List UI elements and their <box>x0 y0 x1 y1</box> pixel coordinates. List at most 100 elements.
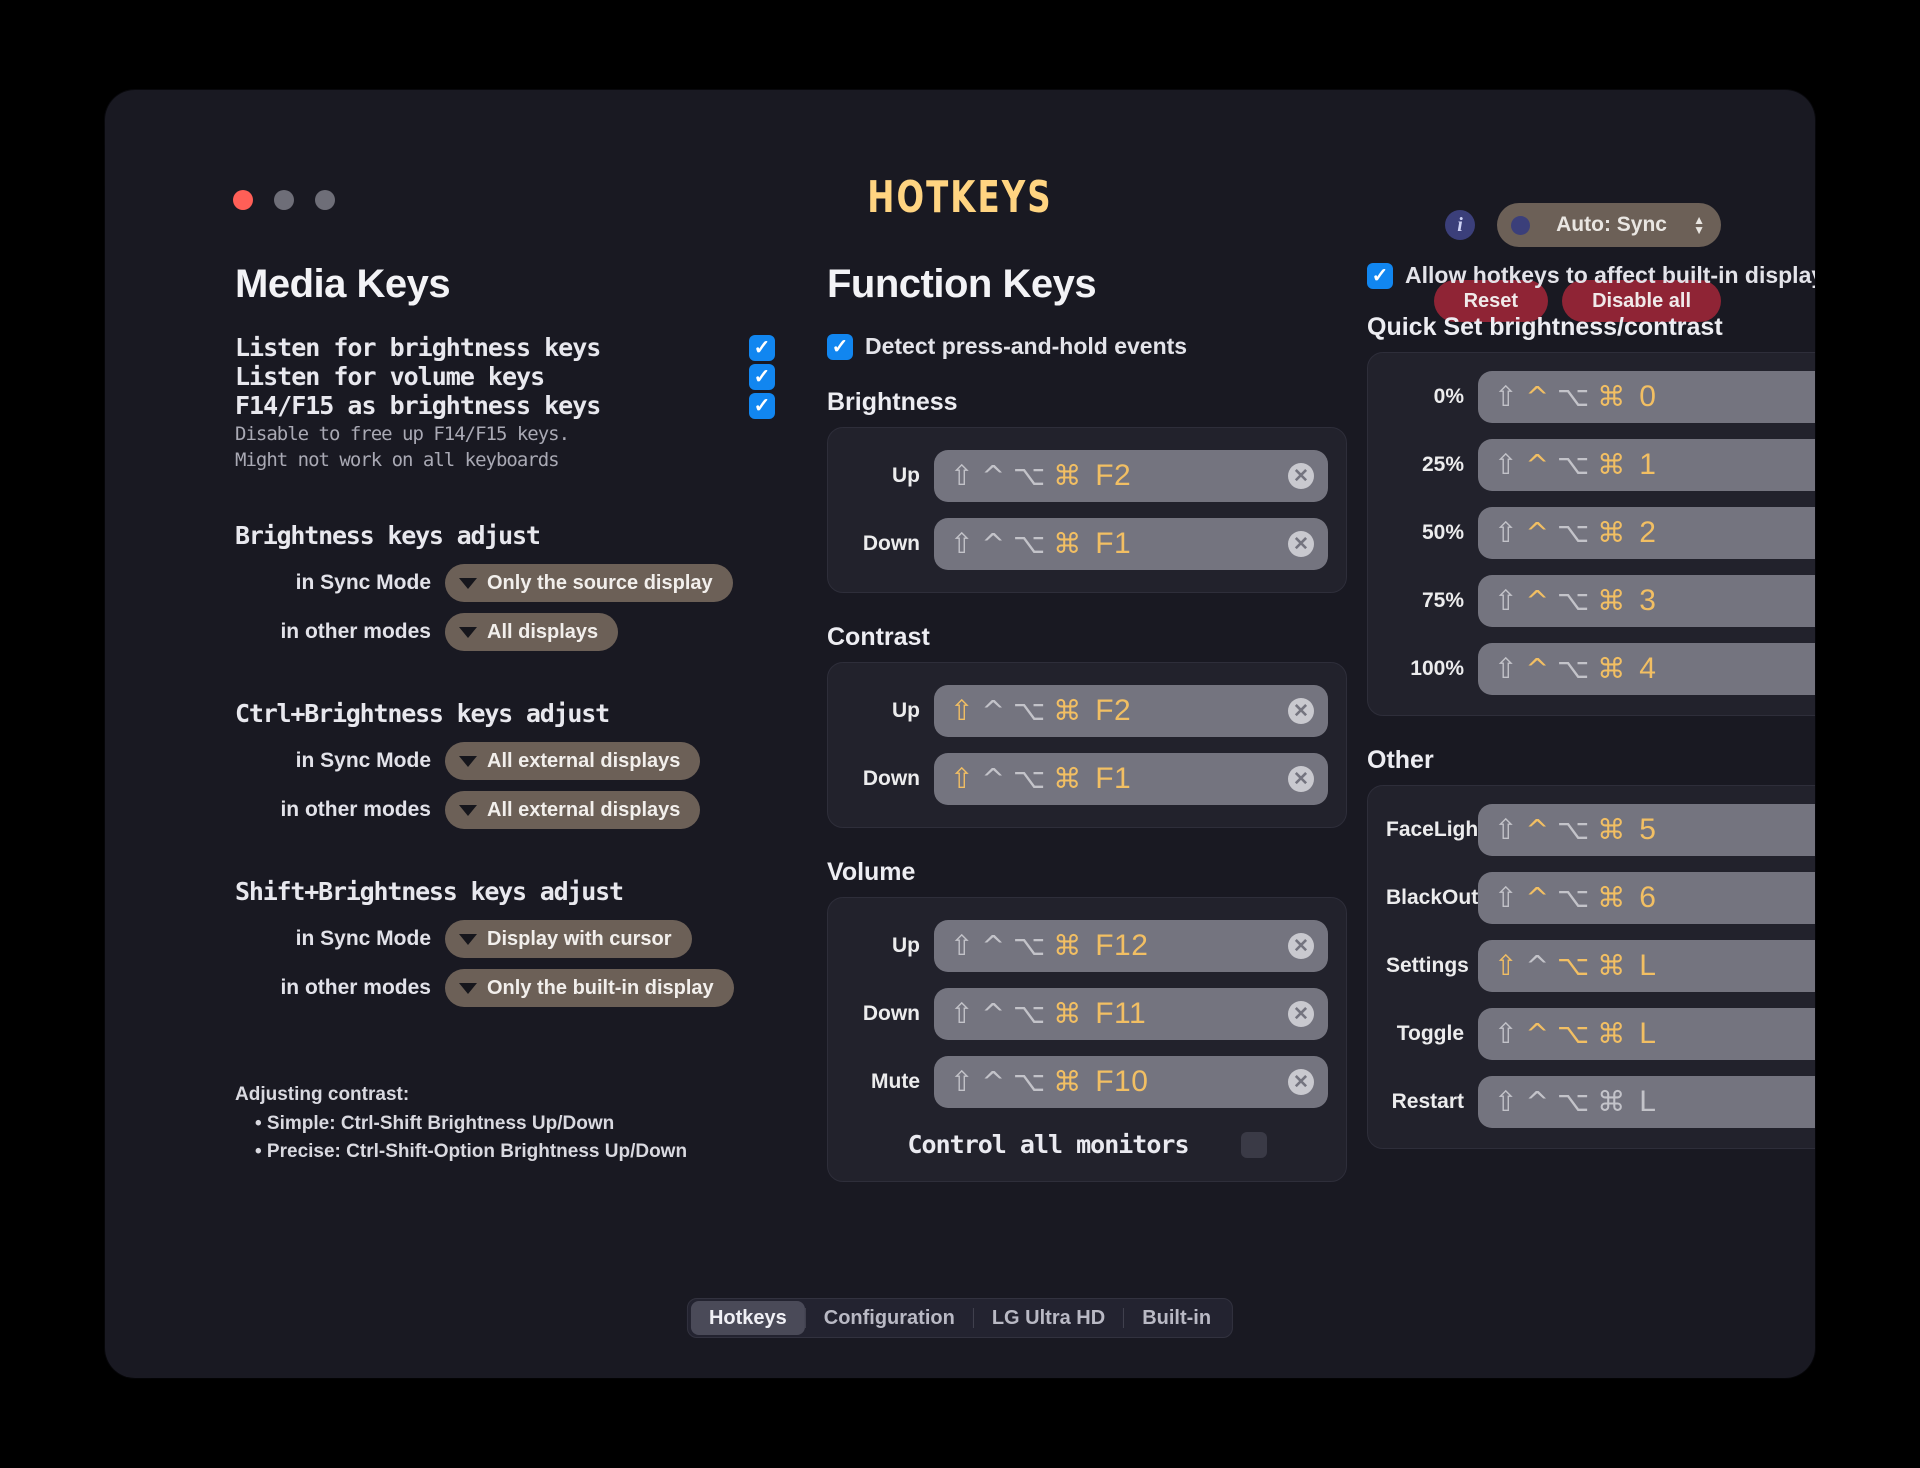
hotkey-input[interactable]: ⇧ ^ ⌥ ⌘ F12 ✕ <box>934 920 1328 972</box>
clear-hotkey-icon[interactable]: ✕ <box>1288 531 1314 557</box>
hotkey-row-label: FaceLight <box>1386 818 1486 841</box>
hotkey-input[interactable]: ⇧ ^ ⌥ ⌘ 6 ✕ <box>1478 872 1815 924</box>
hotkey-keycap: F1 <box>1095 527 1132 560</box>
hotkey-input[interactable]: ⇧ ^ ⌥ ⌘ L ✕ <box>1478 1076 1815 1128</box>
hotkey-row-label: Restart <box>1391 1090 1464 1113</box>
hotkey-input[interactable]: ⇧ ^ ⌥ ⌘ F2 ✕ <box>934 450 1328 502</box>
adjust-row-mode-label: in Sync Mode <box>295 749 431 773</box>
command-icon: ⌘ <box>1597 448 1626 481</box>
hotkey-row-label: 50% <box>1421 521 1464 544</box>
hotkey-input[interactable]: ⇧ ^ ⌥ ⌘ 4 ✕ <box>1478 643 1815 695</box>
tab-configuration[interactable]: Configuration <box>806 1301 973 1335</box>
media-key-toggle[interactable]: Listen for volume keys ✓ <box>235 362 775 391</box>
adjust-row-dropdown[interactable]: Display with cursor <box>445 920 692 959</box>
option-icon: ⌥ <box>1556 516 1590 549</box>
adjust-group: Shift+Brightness keys adjust in Sync Mod… <box>235 877 775 1008</box>
clear-hotkey-icon[interactable]: ✕ <box>1288 463 1314 489</box>
hotkey-input[interactable]: ⇧ ^ ⌥ ⌘ F1 ✕ <box>934 753 1328 805</box>
mode-selector[interactable]: Auto: Sync ▲ ▼ <box>1497 203 1721 247</box>
adjust-row-mode-label: in other modes <box>280 976 431 1000</box>
media-key-toggle-checkbox[interactable]: ✓ <box>749 392 775 419</box>
other-card: FaceLight ⇧ ^ ⌥ ⌘ 5 ✕ BlackOut ⇧ ^ ⌥ ⌘ 6… <box>1367 785 1815 1149</box>
hotkey-input[interactable]: ⇧ ^ ⌥ ⌘ F11 ✕ <box>934 988 1328 1040</box>
clear-hotkey-icon[interactable]: ✕ <box>1288 933 1314 959</box>
adjust-row: in Sync Mode Display with cursor <box>235 920 775 959</box>
hotkey-input[interactable]: ⇧ ^ ⌥ ⌘ L ✕ <box>1478 1008 1815 1060</box>
option-icon: ⌥ <box>1556 584 1590 617</box>
control-all-monitors-checkbox[interactable] <box>1240 1131 1267 1158</box>
hotkey-row-label: Mute <box>871 1070 920 1093</box>
shift-icon: ⇧ <box>950 929 974 962</box>
command-icon: ⌘ <box>1053 1065 1082 1098</box>
clear-hotkey-icon[interactable]: ✕ <box>1288 1069 1314 1095</box>
media-key-toggle-checkbox[interactable]: ✓ <box>749 363 775 390</box>
option-icon: ⌥ <box>1556 1085 1590 1118</box>
adjust-row-dropdown[interactable]: Only the built-in display <box>445 969 734 1008</box>
hotkey-input[interactable]: ⇧ ^ ⌥ ⌘ 3 ✕ <box>1478 575 1815 627</box>
close-button[interactable] <box>233 190 253 210</box>
hotkey-row-label: 100% <box>1410 657 1464 680</box>
function-key-group-title: Brightness <box>827 388 958 416</box>
hotkey-row-label: Up <box>892 464 920 487</box>
command-icon: ⌘ <box>1053 762 1082 795</box>
hotkey-row: 75% ⇧ ^ ⌥ ⌘ 3 ✕ <box>1386 575 1815 627</box>
hotkey-input[interactable]: ⇧ ^ ⌥ ⌘ F1 ✕ <box>934 518 1328 570</box>
footnote-line-simple: • Simple: Ctrl-Shift Brightness Up/Down <box>255 1112 615 1134</box>
detect-press-hold-checkbox[interactable]: ✓ <box>827 333 853 360</box>
clear-hotkey-icon[interactable]: ✕ <box>1288 1001 1314 1027</box>
control-icon: ^ <box>1525 380 1549 413</box>
adjust-row-dropdown[interactable]: All displays <box>445 613 619 652</box>
adjust-row-dropdown-value: All displays <box>487 620 599 643</box>
mode-selector-label: Auto: Sync <box>1556 213 1667 236</box>
hotkey-input[interactable]: ⇧ ^ ⌥ ⌘ L ✕ <box>1478 940 1815 992</box>
hotkey-keycap: 5 <box>1639 813 1657 846</box>
clear-hotkey-icon[interactable]: ✕ <box>1288 766 1314 792</box>
media-key-toggle-label: Listen for volume keys <box>235 362 545 391</box>
adjust-row-dropdown[interactable]: All external displays <box>445 791 701 830</box>
hotkey-keycap: F11 <box>1095 997 1147 1030</box>
adjust-row-dropdown[interactable]: Only the source display <box>445 564 733 603</box>
control-icon: ^ <box>1525 881 1549 914</box>
control-icon: ^ <box>1525 813 1549 846</box>
media-keys-column: Media Keys Listen for brightness keys ✓ … <box>235 262 775 1167</box>
option-icon: ⌥ <box>1556 1017 1590 1050</box>
hotkey-input[interactable]: ⇧ ^ ⌥ ⌘ 2 ✕ <box>1478 507 1815 559</box>
command-icon: ⌘ <box>1053 997 1082 1030</box>
modifier-glyphs: ⇧ ^ ⌥ ⌘ <box>1494 587 1625 615</box>
command-icon: ⌘ <box>1597 380 1626 413</box>
control-all-monitors-row[interactable]: Control all monitors <box>846 1130 1328 1159</box>
adjust-row-dropdown[interactable]: All external displays <box>445 742 701 781</box>
hotkey-input[interactable]: ⇧ ^ ⌥ ⌘ 0 ✕ <box>1478 371 1815 423</box>
tab-hotkeys[interactable]: Hotkeys <box>690 1301 805 1335</box>
hotkey-keycap: L <box>1639 949 1657 982</box>
option-icon: ⌥ <box>1556 448 1590 481</box>
hotkey-row-label: 25% <box>1421 453 1464 476</box>
clear-hotkey-icon[interactable]: ✕ <box>1288 698 1314 724</box>
allow-builtin-row[interactable]: ✓ Allow hotkeys to affect built-in displ… <box>1367 262 1815 289</box>
allow-builtin-checkbox[interactable]: ✓ <box>1367 262 1393 289</box>
control-icon: ^ <box>1525 584 1549 617</box>
hotkey-input[interactable]: ⇧ ^ ⌥ ⌘ 5 ✕ <box>1478 804 1815 856</box>
hotkey-input[interactable]: ⇧ ^ ⌥ ⌘ F10 ✕ <box>934 1056 1328 1108</box>
shift-icon: ⇧ <box>1494 881 1518 914</box>
media-keys-heading: Media Keys <box>235 262 451 306</box>
hotkey-keycap: 6 <box>1639 881 1657 914</box>
info-icon[interactable]: i <box>1445 210 1475 240</box>
detect-press-hold-row[interactable]: ✓ Detect press-and-hold events <box>827 333 1347 360</box>
function-key-group-title: Contrast <box>827 623 930 651</box>
tab-lg-ultra-hd[interactable]: LG Ultra HD <box>974 1301 1123 1335</box>
command-icon: ⌘ <box>1597 584 1626 617</box>
tab-built-in[interactable]: Built-in <box>1124 1301 1229 1335</box>
hotkey-input[interactable]: ⇧ ^ ⌥ ⌘ 1 ✕ <box>1478 439 1815 491</box>
shift-icon: ⇧ <box>1494 1017 1518 1050</box>
function-keys-heading: Function Keys <box>827 262 1097 306</box>
hotkey-input[interactable]: ⇧ ^ ⌥ ⌘ F2 ✕ <box>934 685 1328 737</box>
hotkey-keycap: F2 <box>1095 694 1132 727</box>
shift-icon: ⇧ <box>1494 813 1518 846</box>
media-key-toggle-checkbox[interactable]: ✓ <box>749 334 775 361</box>
chevron-down-icon <box>459 577 477 589</box>
command-icon: ⌘ <box>1053 527 1082 560</box>
media-key-toggle[interactable]: F14/F15 as brightness keys ✓ Disable to … <box>235 391 775 473</box>
media-key-toggle[interactable]: Listen for brightness keys ✓ <box>235 333 775 362</box>
shift-icon: ⇧ <box>1494 448 1518 481</box>
